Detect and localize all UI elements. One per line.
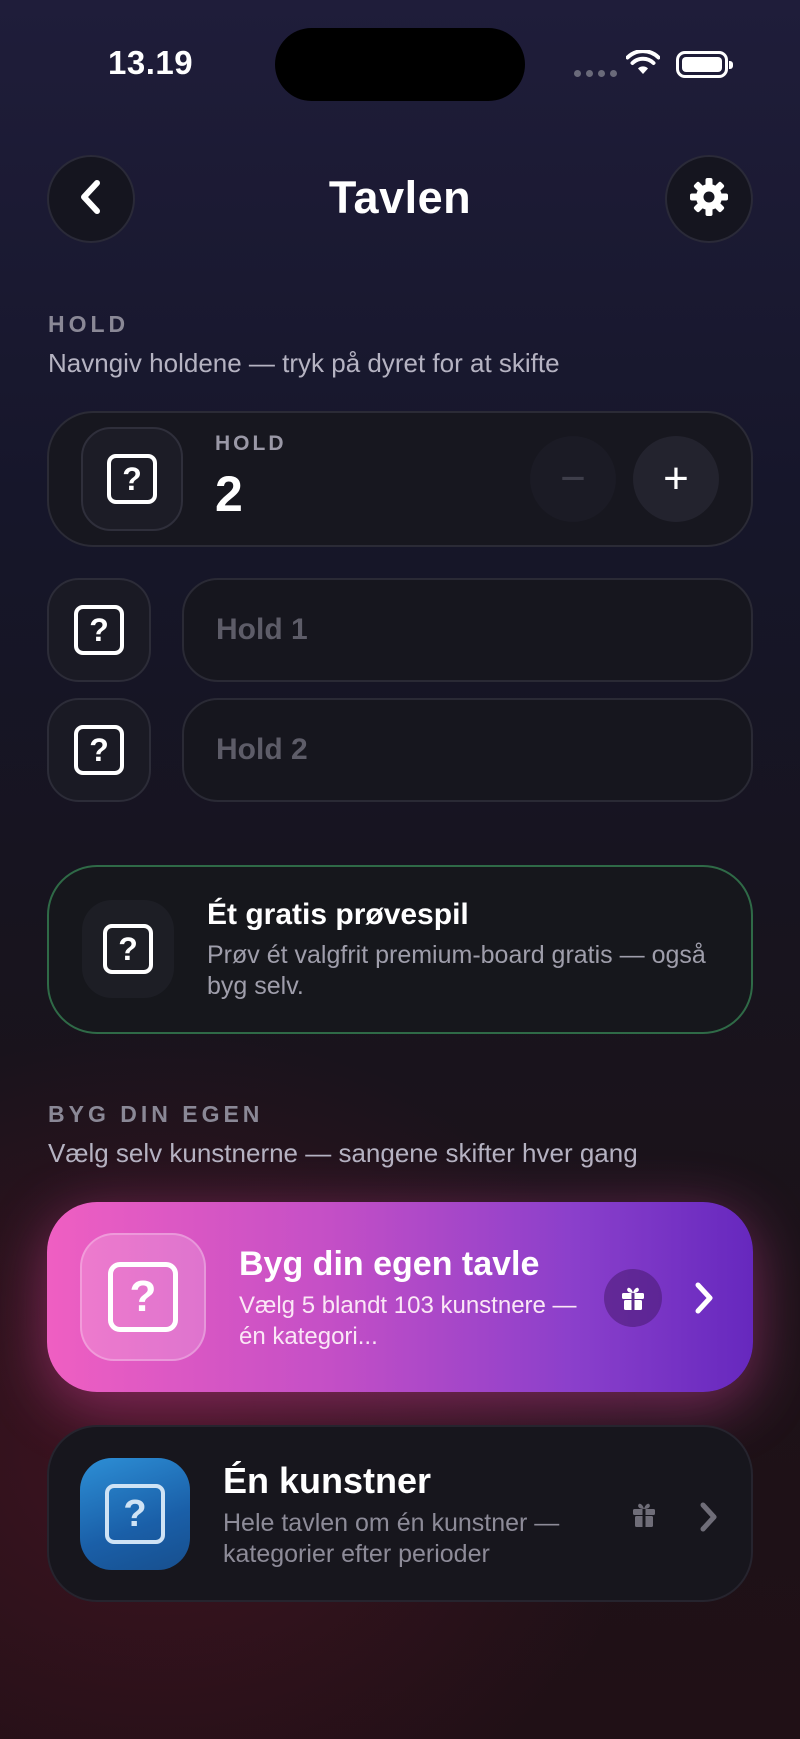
build-section-label: BYG DIN EGEN — [48, 1101, 264, 1127]
build-board-description: Vælg 5 blandt 103 kunstnere — én kategor… — [239, 1292, 577, 1350]
battery-icon — [676, 51, 733, 78]
free-trial-icon: ? — [82, 900, 174, 998]
gear-icon — [688, 176, 730, 223]
single-artist-icon: ? — [80, 1458, 190, 1570]
settings-button[interactable] — [665, 155, 753, 243]
chevron-right-icon — [692, 1280, 716, 1321]
team-count-avatar: ? — [81, 427, 183, 531]
question-mark-icon: ? — [74, 605, 124, 655]
team-count-label: HOLD — [215, 432, 287, 455]
single-artist-title: Én kunstner — [223, 1460, 432, 1501]
team-1-name-input[interactable] — [182, 578, 753, 682]
build-board-icon: ? — [80, 1233, 206, 1361]
decrease-teams-button[interactable]: − — [530, 436, 616, 522]
increase-teams-button[interactable]: + — [633, 436, 719, 522]
gift-icon — [630, 1500, 658, 1535]
team-1-animal-button[interactable]: ? — [47, 578, 151, 682]
single-artist-description: Hele tavlen om én kunstner — kategorier … — [223, 1509, 560, 1568]
question-mark-icon: ? — [74, 725, 124, 775]
chevron-right-icon — [697, 1500, 721, 1539]
team-2-animal-button[interactable]: ? — [47, 698, 151, 802]
cellular-signal-icon — [574, 70, 617, 77]
free-trial-title: Ét gratis prøvespil — [207, 898, 469, 931]
question-mark-icon: ? — [107, 454, 157, 504]
free-trial-description: Prøv ét valgfrit premium-board gratis — … — [207, 941, 706, 1000]
teams-section-label: HOLD — [48, 311, 130, 337]
build-board-title: Byg din egen tavle — [239, 1245, 540, 1283]
team-2-name-input[interactable] — [182, 698, 753, 802]
build-section-subtitle: Vælg selv kunstnerne — sangene skifter h… — [48, 1138, 638, 1168]
teams-section-subtitle: Navngiv holdene — tryk på dyret for at s… — [48, 348, 560, 378]
status-time: 13.19 — [108, 44, 194, 81]
gift-icon — [604, 1269, 662, 1327]
wifi-icon — [625, 49, 661, 81]
question-mark-icon: ? — [105, 1484, 165, 1544]
team-count-value: 2 — [215, 466, 243, 522]
question-mark-icon: ? — [108, 1262, 178, 1332]
question-mark-icon: ? — [103, 924, 153, 974]
dynamic-island — [275, 28, 525, 101]
